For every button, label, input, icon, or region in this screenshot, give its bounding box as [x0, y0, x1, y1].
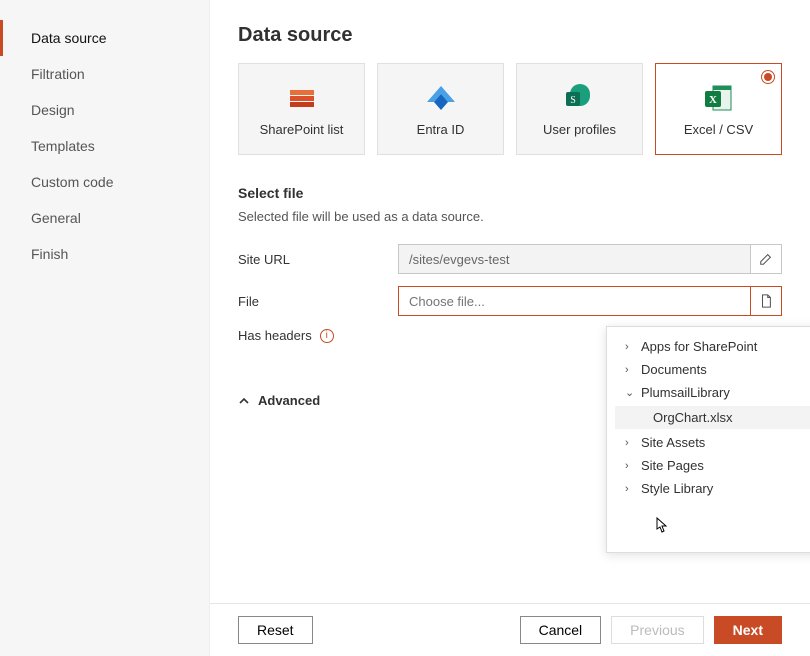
has-headers-label: Has headers — [238, 328, 312, 343]
selected-radio-icon — [761, 70, 775, 84]
source-card-label: Excel / CSV — [684, 122, 753, 137]
source-card-sharepoint-list[interactable]: SharePoint list — [238, 63, 365, 155]
tree-leaf-label: OrgChart.xlsx — [653, 410, 732, 425]
excel-icon: X — [703, 82, 735, 114]
reset-button[interactable]: Reset — [238, 616, 313, 644]
chevron-right-icon: › — [625, 460, 635, 472]
source-card-label: SharePoint list — [260, 122, 344, 137]
source-card-label: Entra ID — [417, 122, 465, 137]
file-picker-dropdown: › Apps for SharePoint › Documents ⌄ Plumsai… — [606, 326, 810, 553]
tree-item-label: Site Assets — [641, 435, 705, 450]
file-icon — [759, 294, 773, 308]
site-url-edit-button[interactable] — [750, 244, 782, 274]
tree-item[interactable]: › Style Library — [607, 477, 810, 500]
chevron-right-icon: › — [625, 483, 635, 495]
source-card-entra-id[interactable]: Entra ID — [377, 63, 504, 155]
tree-item[interactable]: ⌄ PlumsailLibrary — [607, 381, 810, 404]
tree-item[interactable]: › Site Pages — [607, 454, 810, 477]
tree-item-label: Site Pages — [641, 458, 704, 473]
file-browse-button[interactable] — [750, 286, 782, 316]
next-button[interactable]: Next — [714, 616, 782, 644]
chevron-up-icon — [238, 395, 250, 407]
cursor-icon — [653, 516, 671, 536]
page-title: Data source — [238, 24, 782, 47]
source-card-user-profiles[interactable]: S User profiles — [516, 63, 643, 155]
chevron-down-icon: ⌄ — [625, 386, 635, 399]
user-profiles-icon: S — [564, 82, 596, 114]
entra-id-icon — [425, 82, 457, 114]
source-card-excel-csv[interactable]: X Excel / CSV — [655, 63, 782, 155]
info-icon[interactable]: i — [320, 329, 334, 343]
sharepoint-list-icon — [286, 82, 318, 114]
file-input[interactable] — [398, 286, 750, 316]
tree-item[interactable]: › Documents — [607, 358, 810, 381]
sidebar-item-templates[interactable]: Templates — [0, 128, 209, 164]
sidebar-item-finish[interactable]: Finish — [0, 236, 209, 272]
section-desc: Selected file will be used as a data sou… — [238, 209, 782, 224]
chevron-right-icon: › — [625, 364, 635, 376]
chevron-right-icon: › — [625, 437, 635, 449]
source-cards: SharePoint list Entra ID S User prof — [238, 63, 782, 155]
svg-text:S: S — [570, 95, 576, 106]
footer-cancel-button[interactable]: Cancel — [520, 616, 602, 644]
sidebar: Data source Filtration Design Templates … — [0, 0, 210, 656]
tree-item-label: PlumsailLibrary — [641, 385, 730, 400]
pencil-icon — [759, 252, 773, 266]
footer: Reset Cancel Previous Next — [210, 603, 810, 656]
tree-item[interactable]: › Site Assets — [607, 431, 810, 454]
tree-item-label: Style Library — [641, 481, 713, 496]
svg-text:X: X — [709, 94, 717, 106]
site-url-input[interactable] — [398, 244, 750, 274]
section-title: Select file — [238, 185, 782, 201]
file-label: File — [238, 294, 398, 309]
tree-item-label: Apps for SharePoint — [641, 339, 757, 354]
tree-item-label: Documents — [641, 362, 707, 377]
sidebar-item-filtration[interactable]: Filtration — [0, 56, 209, 92]
sidebar-item-design[interactable]: Design — [0, 92, 209, 128]
tree-leaf-item[interactable]: OrgChart.xlsx — [615, 406, 810, 429]
source-card-label: User profiles — [543, 122, 616, 137]
previous-button: Previous — [611, 616, 703, 644]
sidebar-item-custom-code[interactable]: Custom code — [0, 164, 209, 200]
sidebar-item-data-source[interactable]: Data source — [0, 20, 209, 56]
advanced-label: Advanced — [258, 393, 320, 408]
sidebar-item-general[interactable]: General — [0, 200, 209, 236]
site-url-label: Site URL — [238, 252, 398, 267]
chevron-right-icon: › — [625, 341, 635, 353]
tree-item[interactable]: › Apps for SharePoint — [607, 335, 810, 358]
